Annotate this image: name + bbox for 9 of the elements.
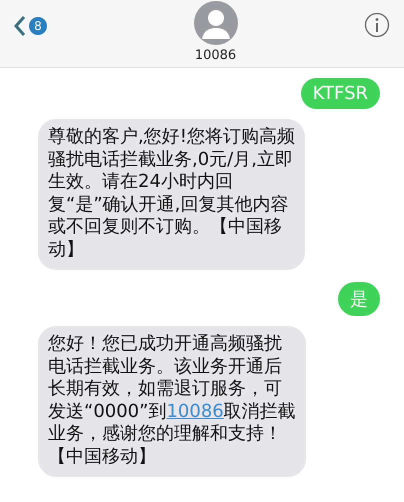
contact-name: 10086 (194, 48, 236, 63)
back-icon[interactable] (14, 15, 26, 37)
message-text: 尊敬的客户,您好!您将订购高频 骚扰电话拦截业务,0元/月,立即 生效。请在24小时内回 复“是”确认开通,回复其他内容 或不回复则不订购。【中国移 动】 (48, 126, 295, 260)
info-icon[interactable] (364, 12, 390, 38)
message-text: 您好！您已成功开通高频骚扰 电话拦截业务。该业务开通后 长期有效，如需退订服务，可 发送“0000”到10086取消拦截 业务，感谢您的理解和支持！ 【中国移动】 (48, 333, 296, 466)
message-text: 是 (350, 289, 368, 310)
unread-badge: 8 (29, 17, 47, 35)
message-text: KTFSR (312, 83, 368, 104)
phone-link[interactable]: 10086 (166, 400, 224, 422)
